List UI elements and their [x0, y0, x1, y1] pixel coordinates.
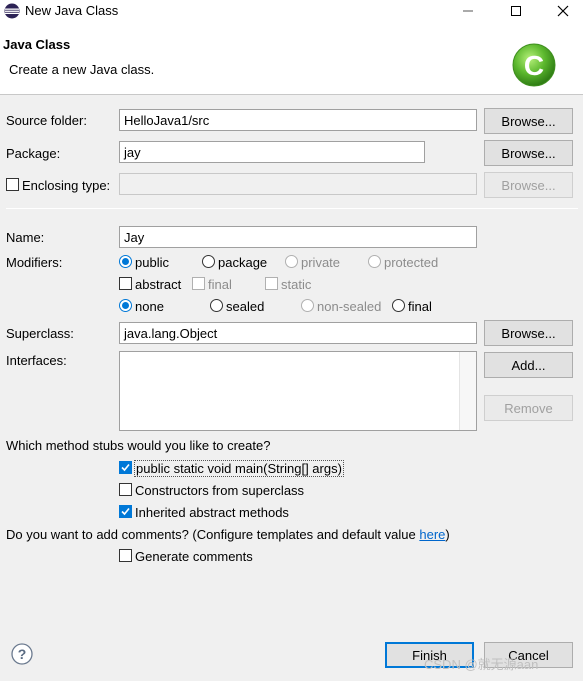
wizard-banner: Java Class Create a new Java class. C	[0, 22, 583, 95]
method-stubs-question: Which method stubs would you like to cre…	[6, 438, 271, 453]
svg-text:C: C	[524, 50, 544, 81]
non-sealed-label: non-sealed	[317, 299, 382, 314]
superclass-label: Superclass:	[6, 326, 74, 341]
final-checkbox[interactable]	[192, 277, 205, 290]
generate-comments-label: Generate comments	[135, 549, 253, 564]
constructors-checkbox[interactable]	[119, 483, 132, 496]
eclipse-icon	[4, 3, 20, 19]
interfaces-label: Interfaces:	[6, 353, 67, 368]
name-input[interactable]: Jay	[119, 226, 477, 248]
comments-question-text: Do you want to add comments? (Configure …	[6, 527, 420, 542]
sealed-radio[interactable]	[210, 299, 223, 312]
checkmark-icon	[121, 507, 130, 516]
maximize-icon[interactable]	[496, 0, 536, 22]
package-browse-button[interactable]: Browse...	[484, 140, 573, 166]
enclosing-type-checkbox[interactable]	[6, 178, 19, 191]
remove-interface-button[interactable]: Remove	[484, 395, 573, 421]
private-label: private	[301, 255, 341, 270]
minimize-icon[interactable]	[448, 0, 488, 22]
package-label: Package:	[6, 146, 61, 161]
interfaces-list[interactable]	[119, 351, 477, 431]
private-radio[interactable]	[285, 255, 298, 268]
superclass-input[interactable]: java.lang.Object	[119, 322, 477, 344]
main-method-label: public static void main(String[] args)	[134, 460, 344, 477]
protected-radio[interactable]	[368, 255, 381, 268]
main-method-checkbox[interactable]	[119, 461, 132, 474]
comments-question: Do you want to add comments? (Configure …	[6, 527, 450, 542]
separator	[6, 208, 578, 209]
configure-templates-link[interactable]: here	[419, 527, 445, 542]
add-interface-button[interactable]: Add...	[484, 352, 573, 378]
watermark: CSDN @就无源aan	[424, 657, 539, 672]
checkmark-icon	[121, 463, 130, 472]
banner-title: Java Class	[3, 37, 71, 52]
help-icon[interactable]: ?	[11, 643, 33, 665]
enclosing-type-label: Enclosing type:	[22, 178, 111, 193]
comments-question-suffix: )	[445, 527, 450, 542]
final-sealing-radio[interactable]	[392, 299, 405, 312]
svg-text:?: ?	[18, 646, 27, 662]
public-radio[interactable]	[119, 255, 132, 268]
package-radio[interactable]	[202, 255, 215, 268]
banner-description: Create a new Java class.	[9, 62, 155, 77]
window-title: New Java Class	[25, 3, 119, 18]
source-folder-label: Source folder:	[6, 113, 87, 128]
package-input[interactable]: jay	[119, 141, 425, 163]
protected-label: protected	[384, 255, 439, 270]
source-folder-input[interactable]: HelloJava1/src	[119, 109, 477, 131]
constructors-label: Constructors from superclass	[135, 483, 305, 498]
interfaces-scrollbar[interactable]	[459, 352, 476, 430]
inherited-methods-checkbox[interactable]	[119, 505, 132, 518]
inherited-methods-label: Inherited abstract methods	[135, 505, 289, 520]
public-label: public	[135, 255, 169, 270]
package-visibility-label: package	[218, 255, 268, 270]
sealed-label: sealed	[226, 299, 265, 314]
source-folder-browse-button[interactable]: Browse...	[484, 108, 573, 134]
close-icon[interactable]	[543, 0, 583, 22]
abstract-checkbox[interactable]	[119, 277, 132, 290]
abstract-label: abstract	[135, 277, 182, 292]
superclass-browse-button[interactable]: Browse...	[484, 320, 573, 346]
modifiers-label: Modifiers:	[6, 255, 63, 270]
static-label: static	[281, 277, 312, 292]
enclosing-type-input[interactable]	[119, 173, 477, 195]
name-label: Name:	[6, 230, 45, 245]
title-bar: New Java Class	[0, 0, 583, 22]
none-label: none	[135, 299, 164, 314]
final-sealing-label: final	[408, 299, 432, 314]
generate-comments-checkbox[interactable]	[119, 549, 132, 562]
non-sealed-radio[interactable]	[301, 299, 314, 312]
final-flag-label: final	[208, 277, 232, 292]
none-radio[interactable]	[119, 299, 132, 312]
enclosing-type-browse-button[interactable]: Browse...	[484, 172, 573, 198]
new-class-wizard-icon: C	[508, 37, 560, 89]
static-checkbox[interactable]	[265, 277, 278, 290]
